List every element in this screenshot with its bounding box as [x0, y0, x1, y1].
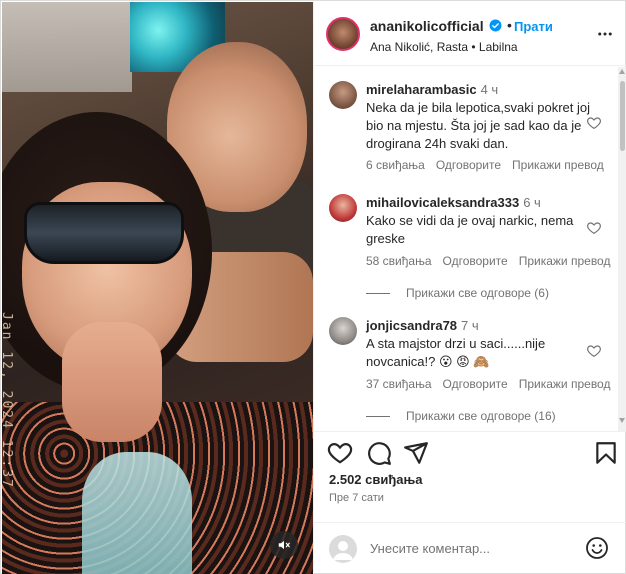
- comment-time[interactable]: 7 ч: [461, 318, 479, 333]
- comment-text: Neka da je bila lepotica,svaki pokret jo…: [366, 100, 591, 151]
- commenter-avatar[interactable]: [329, 194, 357, 222]
- comment-meta: 58 свиђања Одговорите Прикажи превод: [366, 254, 621, 268]
- comment-likes[interactable]: 37 свиђања: [366, 377, 432, 391]
- comment-likes[interactable]: 6 свиђања: [366, 158, 425, 172]
- audio-muted-icon: [278, 540, 290, 550]
- commenter-avatar[interactable]: [329, 81, 357, 109]
- post-dialog: Jan 12, 2024 12:37 ananikolicofficial • …: [0, 0, 626, 574]
- add-comment-bar: [314, 522, 626, 574]
- comment-like-heart-icon[interactable]: [586, 343, 602, 359]
- commenter-username[interactable]: mihailovicaleksandra333: [366, 195, 519, 210]
- verified-badge-icon: [489, 19, 502, 32]
- media-hand: [62, 322, 162, 442]
- bookmark-icon[interactable]: [593, 440, 619, 466]
- likes-count[interactable]: 2.502 свиђања: [329, 472, 423, 487]
- comment-translate-button[interactable]: Прикажи превод: [519, 254, 611, 268]
- comment-like-heart-icon[interactable]: [586, 115, 602, 131]
- media-lace: [82, 452, 192, 574]
- post-side-panel: ananikolicofficial • Прати Ana Nikolić, …: [313, 2, 626, 574]
- comment-time[interactable]: 4 ч: [481, 82, 499, 97]
- view-replies-button[interactable]: Прикажи све одговоре (16): [366, 409, 556, 423]
- scrollbar-thumb[interactable]: [620, 81, 625, 151]
- scroll-up-arrow-icon[interactable]: [619, 69, 625, 74]
- view-replies-label: Прикажи све одговоре (6): [406, 286, 549, 300]
- comments-list[interactable]: mirelaharambasic 4 ч Neka da je bila lepo…: [314, 67, 626, 431]
- comment-icon[interactable]: [366, 440, 392, 466]
- mute-button[interactable]: [270, 531, 298, 559]
- comment-meta: 37 свиђања Одговорите Прикажи превод: [366, 377, 621, 391]
- comment-text: Kako se vidi da je ovaj narkic, nema gre…: [366, 213, 574, 246]
- comment-text: A sta majstor drzi u saci......nije novc…: [366, 336, 546, 369]
- media-timestamp: Jan 12, 2024 12:37: [2, 312, 14, 489]
- comment-meta: 6 свиђања Одговорите Прикажи превод: [366, 158, 615, 172]
- replies-divider: [366, 416, 390, 418]
- comment-header: mirelaharambasic 4 ч: [366, 81, 606, 99]
- posted-time[interactable]: Пре 7 сати: [329, 492, 384, 504]
- comment-header: jonjicsandra78 7 ч: [366, 317, 606, 335]
- comment-like-heart-icon[interactable]: [586, 220, 602, 236]
- comment-reply-button[interactable]: Одговорите: [443, 377, 508, 391]
- comment-translate-button[interactable]: Прикажи превод: [512, 158, 604, 172]
- view-replies-label: Прикажи све одговоре (16): [406, 409, 556, 423]
- commenter-avatar[interactable]: [329, 317, 357, 345]
- comment-time[interactable]: 6 ч: [523, 195, 541, 210]
- current-user-avatar: [329, 535, 357, 563]
- comment-reply-button[interactable]: Одговорите: [443, 254, 508, 268]
- media-background-shelf: [2, 2, 132, 92]
- more-options-icon[interactable]: [596, 24, 614, 44]
- comment-header: mihailovicaleksandra333 6 ч: [366, 194, 606, 212]
- replies-divider: [366, 293, 390, 295]
- post-header: ananikolicofficial • Прати Ana Nikolić, …: [314, 2, 626, 66]
- commenter-username[interactable]: jonjicsandra78: [366, 318, 457, 333]
- follow-separator: •: [507, 17, 512, 33]
- comment-translate-button[interactable]: Прикажи превод: [519, 377, 611, 391]
- view-replies-button[interactable]: Прикажи све одговоре (6): [366, 286, 549, 300]
- author-username[interactable]: ananikolicofficial: [370, 18, 484, 34]
- emoji-icon[interactable]: [585, 536, 609, 560]
- comment-likes[interactable]: 58 свиђања: [366, 254, 432, 268]
- scroll-down-arrow-icon[interactable]: [619, 418, 625, 423]
- comments-scrollbar[interactable]: [618, 67, 626, 431]
- comment-input[interactable]: [370, 537, 570, 559]
- comment-reply-button[interactable]: Одговорите: [436, 158, 501, 172]
- share-icon[interactable]: [403, 440, 429, 466]
- follow-button[interactable]: Прати: [514, 19, 553, 34]
- author-avatar[interactable]: [326, 17, 360, 51]
- post-media-video[interactable]: Jan 12, 2024 12:37: [2, 2, 313, 574]
- commenter-username[interactable]: mirelaharambasic: [366, 82, 477, 97]
- heart-icon[interactable]: [327, 440, 353, 466]
- media-sunglasses: [24, 202, 184, 264]
- post-subtitle[interactable]: Ana Nikolić, Rasta • Labilna: [370, 40, 518, 54]
